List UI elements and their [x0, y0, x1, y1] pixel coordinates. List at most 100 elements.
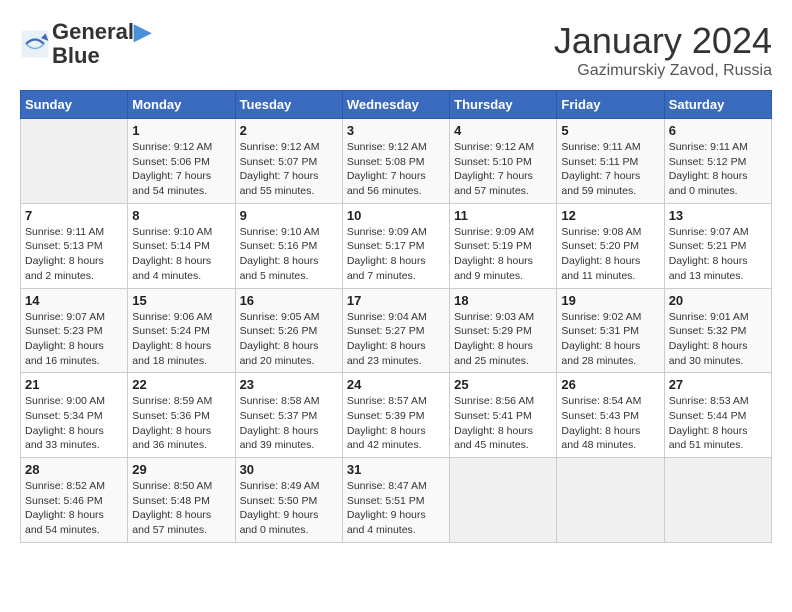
- day-info: Sunrise: 9:09 AM Sunset: 5:17 PM Dayligh…: [347, 226, 427, 282]
- calendar-cell: 19Sunrise: 9:02 AM Sunset: 5:31 PM Dayli…: [557, 288, 664, 373]
- calendar-cell: 22 Sunrise: 8:59 AM Sunset: 5:36 PM Dayli…: [128, 373, 235, 458]
- calendar-cell: 4 Sunrise: 9:12 AM Sunset: 5:10 PM Daylig…: [450, 119, 557, 204]
- calendar-cell: 6 Sunrise: 9:11 AM Sunset: 5:12 PM Daylig…: [664, 119, 771, 204]
- day-info: Sunrise: 9:07 AM Sunset: 5:21 PM Dayligh…: [669, 226, 749, 282]
- day-number: 14: [25, 293, 123, 308]
- day-number: 9: [240, 208, 338, 223]
- calendar-cell: 5 Sunrise: 9:11 AM Sunset: 5:11 PM Daylig…: [557, 119, 664, 204]
- title-block: January 2024 Gazimurskiy Zavod, Russia: [554, 20, 772, 80]
- day-number: 5: [561, 123, 659, 138]
- day-info: Sunrise: 9:00 AM Sunset: 5:34 PM Dayligh…: [25, 395, 105, 451]
- header-wednesday: Wednesday: [342, 91, 449, 119]
- day-number: 20: [669, 293, 767, 308]
- calendar-subtitle: Gazimurskiy Zavod, Russia: [554, 62, 772, 80]
- calendar-title: January 2024: [554, 20, 772, 62]
- day-info: Sunrise: 8:54 AM Sunset: 5:43 PM Dayligh…: [561, 395, 641, 451]
- calendar-table: SundayMondayTuesdayWednesdayThursdayFrid…: [20, 90, 772, 543]
- day-info: Sunrise: 9:02 AM Sunset: 5:31 PM Dayligh…: [561, 311, 641, 367]
- calendar-cell: 14 Sunrise: 9:07 AM Sunset: 5:23 PM Dayli…: [21, 288, 128, 373]
- day-number: 17: [347, 293, 445, 308]
- calendar-cell: 21 Sunrise: 9:00 AM Sunset: 5:34 PM Dayli…: [21, 373, 128, 458]
- calendar-cell: 1 Sunrise: 9:12 AM Sunset: 5:06 PM Daylig…: [128, 119, 235, 204]
- calendar-cell: 10 Sunrise: 9:09 AM Sunset: 5:17 PM Dayli…: [342, 203, 449, 288]
- calendar-cell: 16Sunrise: 9:05 AM Sunset: 5:26 PM Dayli…: [235, 288, 342, 373]
- day-info: Sunrise: 8:47 AM Sunset: 5:51 PM Dayligh…: [347, 480, 427, 536]
- day-number: 4: [454, 123, 552, 138]
- day-number: 16: [240, 293, 338, 308]
- day-number: 26: [561, 377, 659, 392]
- week-row-1: 7 Sunrise: 9:11 AM Sunset: 5:13 PM Daylig…: [21, 203, 772, 288]
- day-info: Sunrise: 9:08 AM Sunset: 5:20 PM Dayligh…: [561, 226, 641, 282]
- logo-text: General▶ Blue: [52, 20, 151, 68]
- day-number: 13: [669, 208, 767, 223]
- day-number: 7: [25, 208, 123, 223]
- day-number: 27: [669, 377, 767, 392]
- header-monday: Monday: [128, 91, 235, 119]
- day-number: 3: [347, 123, 445, 138]
- calendar-cell: [664, 458, 771, 543]
- calendar-cell: 15 Sunrise: 9:06 AM Sunset: 5:24 PM Dayli…: [128, 288, 235, 373]
- day-info: Sunrise: 8:57 AM Sunset: 5:39 PM Dayligh…: [347, 395, 427, 451]
- day-info: Sunrise: 9:01 AM Sunset: 5:32 PM Dayligh…: [669, 311, 749, 367]
- calendar-cell: [21, 119, 128, 204]
- day-info: Sunrise: 9:12 AM Sunset: 5:07 PM Dayligh…: [240, 141, 320, 197]
- calendar-cell: 13 Sunrise: 9:07 AM Sunset: 5:21 PM Dayli…: [664, 203, 771, 288]
- day-number: 11: [454, 208, 552, 223]
- day-info: Sunrise: 9:12 AM Sunset: 5:08 PM Dayligh…: [347, 141, 427, 197]
- calendar-cell: 24 Sunrise: 8:57 AM Sunset: 5:39 PM Dayli…: [342, 373, 449, 458]
- week-row-3: 21 Sunrise: 9:00 AM Sunset: 5:34 PM Dayli…: [21, 373, 772, 458]
- calendar-cell: 29Sunrise: 8:50 AM Sunset: 5:48 PM Dayli…: [128, 458, 235, 543]
- day-number: 22: [132, 377, 230, 392]
- calendar-cell: 8 Sunrise: 9:10 AM Sunset: 5:14 PM Daylig…: [128, 203, 235, 288]
- calendar-header-row: SundayMondayTuesdayWednesdayThursdayFrid…: [21, 91, 772, 119]
- header-thursday: Thursday: [450, 91, 557, 119]
- header-friday: Friday: [557, 91, 664, 119]
- week-row-0: 1 Sunrise: 9:12 AM Sunset: 5:06 PM Daylig…: [21, 119, 772, 204]
- day-info: Sunrise: 9:10 AM Sunset: 5:16 PM Dayligh…: [240, 226, 320, 282]
- day-info: Sunrise: 9:07 AM Sunset: 5:23 PM Dayligh…: [25, 311, 105, 367]
- header-tuesday: Tuesday: [235, 91, 342, 119]
- day-info: Sunrise: 9:06 AM Sunset: 5:24 PM Dayligh…: [132, 311, 212, 367]
- calendar-cell: 7 Sunrise: 9:11 AM Sunset: 5:13 PM Daylig…: [21, 203, 128, 288]
- day-number: 15: [132, 293, 230, 308]
- day-info: Sunrise: 9:09 AM Sunset: 5:19 PM Dayligh…: [454, 226, 534, 282]
- day-number: 21: [25, 377, 123, 392]
- day-info: Sunrise: 9:11 AM Sunset: 5:13 PM Dayligh…: [25, 226, 104, 282]
- calendar-cell: 18 Sunrise: 9:03 AM Sunset: 5:29 PM Dayli…: [450, 288, 557, 373]
- day-info: Sunrise: 8:58 AM Sunset: 5:37 PM Dayligh…: [240, 395, 320, 451]
- day-info: Sunrise: 9:12 AM Sunset: 5:06 PM Dayligh…: [132, 141, 212, 197]
- calendar-cell: 20 Sunrise: 9:01 AM Sunset: 5:32 PM Dayli…: [664, 288, 771, 373]
- week-row-2: 14 Sunrise: 9:07 AM Sunset: 5:23 PM Dayli…: [21, 288, 772, 373]
- day-info: Sunrise: 8:59 AM Sunset: 5:36 PM Dayligh…: [132, 395, 212, 451]
- calendar-cell: [450, 458, 557, 543]
- calendar-cell: 25 Sunrise: 8:56 AM Sunset: 5:41 PM Dayli…: [450, 373, 557, 458]
- day-info: Sunrise: 9:03 AM Sunset: 5:29 PM Dayligh…: [454, 311, 534, 367]
- day-info: Sunrise: 9:10 AM Sunset: 5:14 PM Dayligh…: [132, 226, 212, 282]
- day-info: Sunrise: 9:11 AM Sunset: 5:11 PM Dayligh…: [561, 141, 640, 197]
- day-info: Sunrise: 8:50 AM Sunset: 5:48 PM Dayligh…: [132, 480, 212, 536]
- calendar-cell: 26 Sunrise: 8:54 AM Sunset: 5:43 PM Dayli…: [557, 373, 664, 458]
- day-info: Sunrise: 8:53 AM Sunset: 5:44 PM Dayligh…: [669, 395, 749, 451]
- day-number: 10: [347, 208, 445, 223]
- calendar-cell: 9 Sunrise: 9:10 AM Sunset: 5:16 PM Daylig…: [235, 203, 342, 288]
- header-sunday: Sunday: [21, 91, 128, 119]
- day-number: 8: [132, 208, 230, 223]
- day-info: Sunrise: 9:04 AM Sunset: 5:27 PM Dayligh…: [347, 311, 427, 367]
- calendar-cell: 11 Sunrise: 9:09 AM Sunset: 5:19 PM Dayli…: [450, 203, 557, 288]
- day-number: 18: [454, 293, 552, 308]
- day-number: 24: [347, 377, 445, 392]
- day-info: Sunrise: 8:52 AM Sunset: 5:46 PM Dayligh…: [25, 480, 105, 536]
- day-number: 6: [669, 123, 767, 138]
- calendar-cell: 12 Sunrise: 9:08 AM Sunset: 5:20 PM Dayli…: [557, 203, 664, 288]
- day-number: 12: [561, 208, 659, 223]
- day-number: 23: [240, 377, 338, 392]
- day-info: Sunrise: 9:12 AM Sunset: 5:10 PM Dayligh…: [454, 141, 534, 197]
- day-number: 25: [454, 377, 552, 392]
- day-number: 1: [132, 123, 230, 138]
- day-number: 31: [347, 462, 445, 477]
- calendar-cell: 23 Sunrise: 8:58 AM Sunset: 5:37 PM Dayli…: [235, 373, 342, 458]
- calendar-body: 1 Sunrise: 9:12 AM Sunset: 5:06 PM Daylig…: [21, 119, 772, 543]
- day-info: Sunrise: 9:11 AM Sunset: 5:12 PM Dayligh…: [669, 141, 748, 197]
- calendar-cell: 27 Sunrise: 8:53 AM Sunset: 5:44 PM Dayli…: [664, 373, 771, 458]
- day-info: Sunrise: 8:56 AM Sunset: 5:41 PM Dayligh…: [454, 395, 534, 451]
